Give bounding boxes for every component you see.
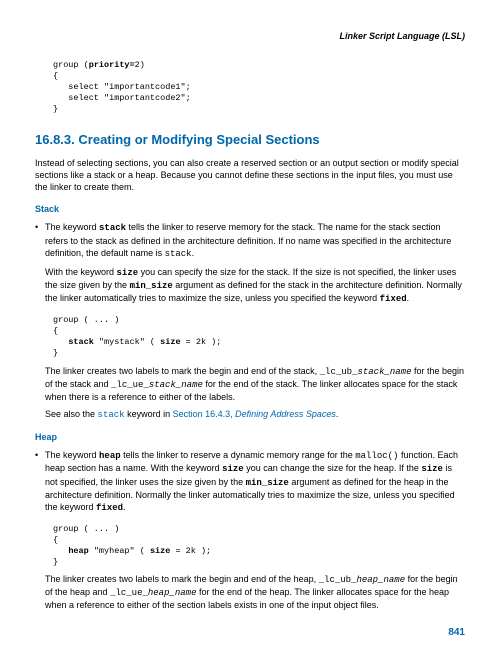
heap-subheading: Heap	[35, 431, 465, 443]
stack-p2: With the keyword size you can specify th…	[45, 266, 465, 305]
bullet-icon: •	[35, 221, 45, 311]
stack-p4: See also the stack keyword in Section 16…	[45, 408, 465, 421]
heap-bullet: • The keyword heap tells the linker to r…	[35, 449, 465, 520]
heap-p1: The keyword heap tells the linker to res…	[45, 449, 465, 514]
stack-bullet: • The keyword stack tells the linker to …	[35, 221, 465, 311]
stack-content: The keyword stack tells the linker to re…	[45, 221, 465, 311]
stack-p3: The linker creates two labels to mark th…	[45, 365, 465, 403]
section-heading: 16.8.3. Creating or Modifying Special Se…	[35, 131, 465, 149]
bullet-icon: •	[35, 449, 45, 520]
heap-content: The keyword heap tells the linker to res…	[45, 449, 465, 520]
page-number: 841	[35, 626, 465, 640]
stack-subheading: Stack	[35, 203, 465, 215]
code-block-priority-group: group (priority=2) { select "importantco…	[53, 60, 465, 115]
address-spaces-link[interactable]: Section 16.4.3, Defining Address Spaces	[173, 409, 336, 419]
heap-p2: The linker creates two labels to mark th…	[45, 573, 465, 611]
intro-paragraph: Instead of selecting sections, you can a…	[35, 157, 465, 193]
stack-p1: The keyword stack tells the linker to re…	[45, 221, 465, 259]
page-header-title: Linker Script Language (LSL)	[35, 30, 465, 42]
code-block-heap: group ( ... ) { heap "myheap" ( size = 2…	[53, 524, 465, 568]
code-block-stack: group ( ... ) { stack "mystack" ( size =…	[53, 315, 465, 359]
